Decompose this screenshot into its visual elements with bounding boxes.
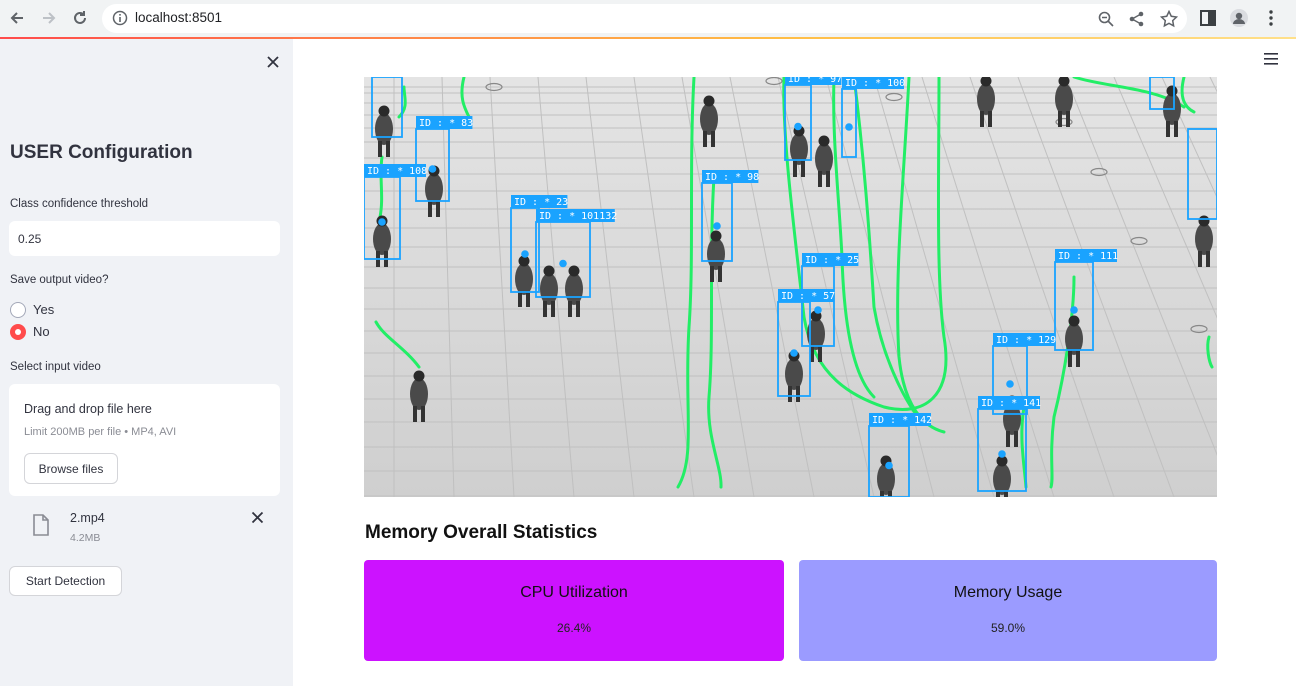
video-scene: ID : * 83 ID : * 108 ID : * 23 ID : * 10113…: [364, 77, 1217, 497]
uploaded-file-size: 4.2MB: [70, 532, 101, 544]
remove-file-icon[interactable]: [251, 511, 264, 524]
side-panel-icon[interactable]: [1198, 8, 1218, 28]
confidence-label: Class confidence threshold: [10, 198, 149, 210]
hamburger-menu-icon[interactable]: [1263, 52, 1279, 66]
confidence-value[interactable]: 0.25: [18, 232, 41, 246]
kebab-menu-icon[interactable]: [1261, 8, 1281, 28]
url-text[interactable]: localhost:8501: [135, 10, 222, 25]
radio-yes[interactable]: [10, 302, 26, 318]
address-bar[interactable]: localhost:8501: [102, 4, 1187, 33]
radio-no[interactable]: [10, 324, 26, 340]
uploaded-file-name: 2.mp4: [70, 511, 105, 525]
detection-id-label: ID : * 142: [872, 415, 932, 426]
memory-card-value: 59.0%: [990, 621, 1026, 635]
detection-id-label: ID : * 23: [514, 197, 568, 208]
profile-avatar-icon[interactable]: [1229, 8, 1249, 28]
detection-id-label: ID : * 25: [805, 255, 859, 266]
radio-no-label[interactable]: No: [33, 324, 50, 339]
detection-id-label: ID : * 83: [419, 118, 473, 129]
dropzone-limit: Limit 200MB per file • MP4, AVI: [24, 426, 177, 438]
detection-id-label: ID : * 100: [845, 78, 905, 89]
detection-id-label: ID : * 129: [996, 335, 1056, 346]
detection-id-label: ID : * 57: [781, 291, 835, 302]
forward-icon[interactable]: [37, 6, 61, 30]
memory-usage-card: Memory Usage 59.0%: [799, 560, 1217, 661]
zoom-icon[interactable]: [1097, 10, 1115, 28]
close-sidebar-icon[interactable]: [265, 54, 281, 70]
bookmark-star-icon[interactable]: [1160, 10, 1178, 28]
cpu-card-title: CPU Utilization: [520, 584, 628, 601]
save-video-label: Save output video?: [10, 274, 109, 286]
detection-video-frame: ID : * 83 ID : * 108 ID : * 23 ID : * 10113…: [364, 77, 1217, 497]
stats-title: Memory Overall Statistics: [365, 522, 598, 543]
confidence-input[interactable]: 0.25: [9, 221, 280, 256]
back-icon[interactable]: [5, 6, 29, 30]
cpu-utilization-card: CPU Utilization 26.4%: [364, 560, 784, 661]
browse-files-button[interactable]: Browse files: [24, 453, 118, 484]
sidebar: USER Configuration Class confidence thre…: [0, 39, 293, 686]
share-icon[interactable]: [1128, 10, 1146, 28]
detection-id-label: ID : * 141: [981, 398, 1041, 409]
info-icon[interactable]: [112, 10, 128, 26]
file-dropzone[interactable]: Drag and drop file here Limit 200MB per …: [9, 384, 280, 496]
detection-id-label: ID : * 108: [367, 166, 427, 177]
detection-id-label: ID : * 111: [1058, 251, 1118, 262]
detection-id-label: ID : * 101132: [539, 211, 617, 222]
detection-id-label: ID : * 98: [705, 172, 759, 183]
browser-toolbar: localhost:8501: [0, 0, 1296, 38]
reload-icon[interactable]: [68, 6, 92, 30]
radio-yes-label[interactable]: Yes: [33, 302, 54, 317]
detection-id-label: ID : * 97: [788, 77, 842, 85]
start-detection-button[interactable]: Start Detection: [9, 566, 122, 596]
cpu-card-value: 26.4%: [556, 621, 592, 635]
input-video-label: Select input video: [10, 361, 101, 373]
sidebar-title: USER Configuration: [10, 142, 193, 163]
memory-card-title: Memory Usage: [953, 584, 1063, 601]
dropzone-title: Drag and drop file here: [24, 402, 152, 416]
file-icon: [33, 514, 49, 536]
